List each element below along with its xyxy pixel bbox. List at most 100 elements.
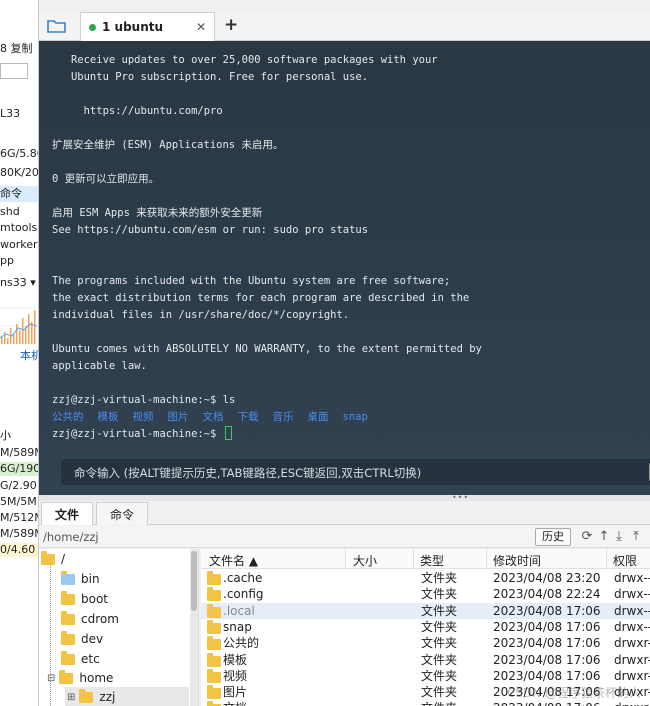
tree-item-label: bin bbox=[81, 572, 100, 586]
terminal-line: Ubuntu Pro subscription. Free for person… bbox=[52, 71, 369, 83]
tab-commands[interactable]: 命令 bbox=[96, 502, 148, 525]
close-icon[interactable]: ✕ bbox=[196, 20, 206, 34]
ls-entry: snap bbox=[342, 411, 368, 423]
tree-scrollbar[interactable] bbox=[190, 549, 198, 706]
up-directory-icon[interactable]: ↑ bbox=[597, 529, 611, 545]
cursor bbox=[224, 426, 232, 440]
folder-icon bbox=[59, 669, 74, 684]
sidebar-line[interactable]: 本机 bbox=[20, 349, 38, 363]
tree-item-home[interactable]: ⊟ home bbox=[47, 668, 113, 688]
upload-icon[interactable]: ⤒ bbox=[629, 529, 643, 545]
column-size[interactable]: 大小 bbox=[353, 552, 377, 569]
directory-tree: / bin boot cdrom dev etc ⊟ home ⊞ zzj bbox=[39, 549, 199, 706]
folder-icon bbox=[207, 685, 221, 700]
ls-entry: 桌面 bbox=[307, 411, 329, 423]
file-perm: drwxr- bbox=[614, 636, 650, 651]
folder-icon bbox=[41, 550, 55, 565]
folder-icon bbox=[207, 571, 221, 585]
file-type: 文件夹 bbox=[421, 603, 458, 618]
path-history-button[interactable]: 历史 bbox=[535, 528, 571, 546]
file-mtime: 2023/04/08 17:06 bbox=[493, 652, 601, 667]
tab-ubuntu[interactable]: 1 ubuntu ✕ bbox=[80, 12, 215, 41]
sidebar-line: 5M/5M bbox=[0, 495, 37, 508]
ls-output: 公共的 模板 视频 图片 文档 下载 音乐 桌面 snap bbox=[52, 409, 482, 426]
file-perm: drwx-- bbox=[614, 571, 650, 585]
file-row[interactable]: .local 文件夹 2023/04/08 17:06 drwx-- bbox=[201, 602, 650, 619]
tree-item-root[interactable]: / bbox=[41, 549, 65, 569]
add-tab-button[interactable]: + bbox=[224, 15, 238, 35]
sidebar-line: 6G/5.8G bbox=[0, 147, 38, 160]
collapse-icon[interactable]: ⊟ bbox=[47, 673, 55, 684]
terminal-line: Receive updates to over 25,000 software … bbox=[52, 54, 438, 66]
tab-files[interactable]: 文件 bbox=[41, 502, 93, 525]
terminal-line: the exact distribution terms for each pr… bbox=[52, 292, 470, 304]
column-mtime[interactable]: 修改时间 bbox=[493, 552, 541, 569]
folder-icon bbox=[79, 688, 94, 703]
refresh-icon[interactable]: ⟳ bbox=[580, 529, 594, 545]
tree-item[interactable]: bin bbox=[61, 569, 100, 589]
command-input[interactable]: 命令输入 (按ALT键提示历史,TAB键路径,ESC键返回,双击CTRL切换) … bbox=[61, 459, 650, 485]
scrollbar-thumb[interactable] bbox=[191, 551, 197, 611]
file-mtime: 2023/04/08 17:06 bbox=[493, 668, 601, 683]
terminal-line: Ubuntu comes with ABSOLUTELY NO WARRANTY… bbox=[52, 343, 482, 355]
file-perm: drwx-- bbox=[614, 587, 650, 602]
column-name[interactable]: 文件名 ▲ bbox=[209, 552, 258, 569]
sidebar-field[interactable] bbox=[0, 63, 28, 79]
sidebar-line: L33 bbox=[0, 107, 21, 120]
file-row[interactable]: 视频 文件夹 2023/04/08 17:06 drwxr- bbox=[201, 668, 650, 684]
file-row[interactable]: .config 文件夹 2023/04/08 22:24 drwx-- bbox=[201, 586, 650, 602]
tree-item-label: boot bbox=[81, 592, 109, 606]
file-name: .cache bbox=[223, 571, 263, 585]
lower-tabbar: 文件 命令 bbox=[39, 501, 650, 525]
expand-icon[interactable]: ⊞ bbox=[67, 692, 75, 703]
folder-icon bbox=[61, 590, 75, 605]
tree-item[interactable]: cdrom bbox=[61, 609, 119, 629]
sidebar-line: 80K/20 bbox=[0, 166, 39, 179]
folder-icon bbox=[207, 636, 221, 651]
terminal-line: applicable law. bbox=[52, 360, 147, 372]
sidebar-line[interactable]: 命令 bbox=[0, 187, 22, 201]
tree-item[interactable]: dev bbox=[61, 629, 103, 649]
open-folder-button[interactable] bbox=[45, 16, 69, 36]
file-type: 文件夹 bbox=[421, 587, 458, 602]
tree-item[interactable]: etc bbox=[61, 649, 100, 669]
file-type: 文件夹 bbox=[421, 701, 457, 706]
path-input[interactable]: /home/zzj bbox=[43, 528, 528, 546]
file-row[interactable]: snap 文件夹 2023/04/08 17:06 drwx-- bbox=[201, 619, 650, 635]
file-row[interactable]: 模板 文件夹 2023/04/08 17:06 drwxr- bbox=[201, 652, 650, 668]
file-name: snap bbox=[223, 619, 252, 634]
sidebar-line: M/512M bbox=[0, 511, 38, 524]
tree-item[interactable]: boot bbox=[61, 589, 108, 609]
watermark: CSDN @程序猿茶杯的人 bbox=[507, 686, 642, 700]
terminal-line: 扩展安全维护 (ESM) Applications 未启用。 bbox=[52, 139, 284, 151]
column-perm[interactable]: 权限 bbox=[613, 552, 637, 569]
file-mtime: 2023/04/08 17:06 bbox=[493, 619, 601, 634]
sidebar-line: mtools bbox=[0, 221, 38, 234]
prompt: zzj@zzj-virtual-machine:~$ bbox=[52, 428, 223, 440]
tree-item-label: zzj bbox=[99, 690, 116, 704]
tab-label: 1 ubuntu bbox=[102, 20, 164, 34]
file-name: .local bbox=[223, 603, 255, 618]
terminal-line: https://ubuntu.com/pro bbox=[52, 105, 223, 117]
terminal-output[interactable]: Receive updates to over 25,000 software … bbox=[39, 41, 650, 495]
download-icon[interactable]: ⤓ bbox=[612, 529, 626, 545]
ls-entry: 公共的 bbox=[52, 411, 84, 423]
column-type[interactable]: 类型 bbox=[420, 552, 444, 569]
sidebar-line: 0/4.60 bbox=[0, 543, 38, 557]
file-type: 文件夹 bbox=[421, 685, 458, 700]
app-window: 8 复制 L33 6G/5.8G 80K/20 命令 shd mtools wo… bbox=[0, 0, 650, 706]
file-type: 文件夹 bbox=[421, 619, 458, 634]
file-row[interactable]: 文档 文件夹 2023/04/08 17:06 drwxr- bbox=[201, 700, 650, 706]
sidebar-line: M/589M bbox=[0, 446, 38, 459]
file-mtime: 2023/04/08 22:24 bbox=[493, 587, 601, 602]
tree-item-selected[interactable]: ⊞ zzj bbox=[65, 687, 189, 706]
file-row[interactable]: .cache 文件夹 2023/04/08 23:20 drwx-- bbox=[201, 570, 650, 586]
folder-icon bbox=[207, 619, 221, 634]
file-perm: drwxr- bbox=[614, 668, 650, 683]
file-row[interactable]: 公共的 文件夹 2023/04/08 17:06 drwxr- bbox=[201, 635, 650, 651]
